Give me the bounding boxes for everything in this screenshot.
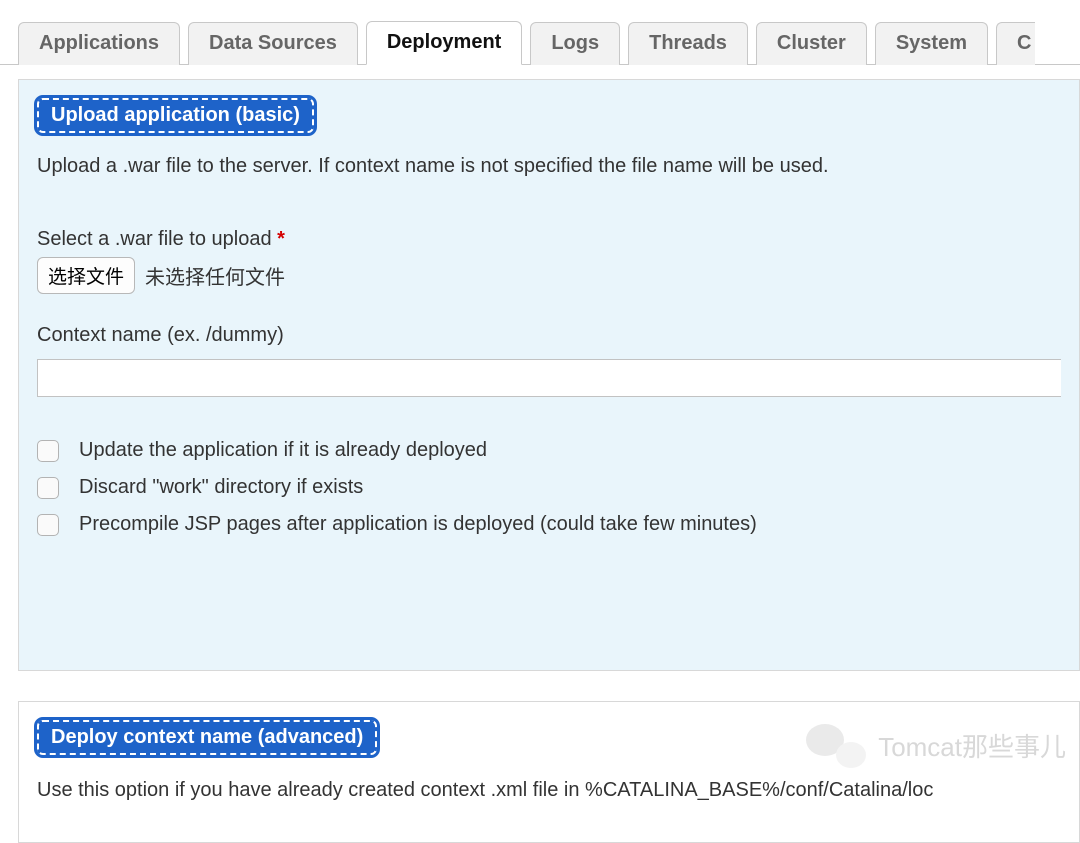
deploy-section-title: Deploy context name (advanced) bbox=[37, 720, 377, 755]
tab-applications[interactable]: Applications bbox=[18, 22, 180, 65]
tab-threads[interactable]: Threads bbox=[628, 22, 748, 65]
checkbox-row-precompile: Precompile JSP pages after application i… bbox=[37, 513, 1061, 536]
deploy-description: Use this option if you have already crea… bbox=[37, 779, 1061, 802]
tab-cluster[interactable]: Cluster bbox=[756, 22, 867, 65]
file-upload-label-text: Select a .war file to upload bbox=[37, 228, 277, 250]
checkbox-update-app[interactable] bbox=[37, 440, 59, 462]
checkbox-row-update: Update the application if it is already … bbox=[37, 439, 1061, 462]
file-upload-status: 未选择任何文件 bbox=[145, 261, 285, 290]
upload-application-panel: Upload application (basic) Upload a .war… bbox=[18, 79, 1080, 671]
context-name-label: Context name (ex. /dummy) bbox=[37, 324, 1061, 347]
checkbox-precompile-label: Precompile JSP pages after application i… bbox=[79, 513, 757, 536]
required-mark: * bbox=[277, 228, 285, 250]
tab-system[interactable]: System bbox=[875, 22, 988, 65]
checkbox-discard-work[interactable] bbox=[37, 477, 59, 499]
file-upload-label: Select a .war file to upload * bbox=[37, 228, 1061, 251]
context-name-input[interactable] bbox=[37, 359, 1061, 397]
checkbox-discard-label: Discard "work" directory if exists bbox=[79, 476, 363, 499]
tab-deployment[interactable]: Deployment bbox=[366, 21, 522, 65]
upload-description: Upload a .war file to the server. If con… bbox=[37, 155, 1061, 178]
upload-section-title: Upload application (basic) bbox=[37, 98, 314, 133]
tab-cutoff[interactable]: C bbox=[996, 22, 1035, 65]
file-upload-row: 选择文件 未选择任何文件 bbox=[37, 257, 1061, 294]
choose-file-button[interactable]: 选择文件 bbox=[37, 257, 135, 294]
tab-data-sources[interactable]: Data Sources bbox=[188, 22, 358, 65]
checkbox-precompile-jsp[interactable] bbox=[37, 514, 59, 536]
tabs-bar: Applications Data Sources Deployment Log… bbox=[0, 0, 1080, 65]
tab-logs[interactable]: Logs bbox=[530, 22, 620, 65]
checkbox-update-label: Update the application if it is already … bbox=[79, 439, 487, 462]
checkbox-row-discard: Discard "work" directory if exists bbox=[37, 476, 1061, 499]
deploy-context-panel: Deploy context name (advanced) Use this … bbox=[18, 701, 1080, 843]
